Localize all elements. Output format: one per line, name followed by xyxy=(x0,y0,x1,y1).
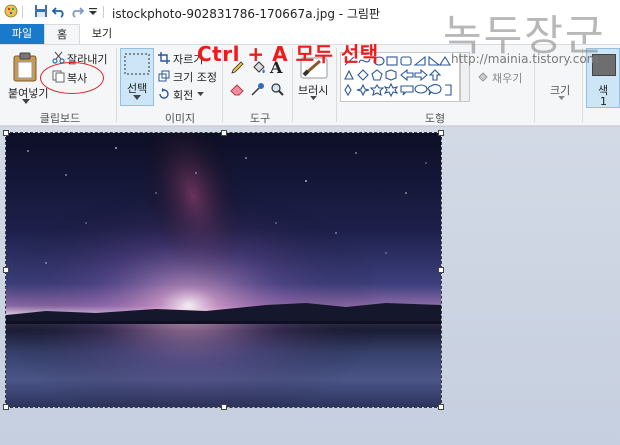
tab-file[interactable]: 파일 xyxy=(0,24,44,44)
undo-icon[interactable] xyxy=(52,4,66,18)
image-group-label: 이미지 xyxy=(164,112,196,125)
resize-icon[interactable] xyxy=(158,70,170,82)
crop-icon[interactable] xyxy=(158,52,170,64)
selection-handle[interactable] xyxy=(3,404,9,410)
clipboard-group-label: 클립보드 xyxy=(39,112,81,125)
paste-dropdown-icon[interactable] xyxy=(22,99,30,105)
select-icon[interactable] xyxy=(124,53,150,75)
selection-handle[interactable] xyxy=(438,267,444,273)
watermark-url: http://mainia.tistory.com xyxy=(451,52,599,66)
resize-button[interactable]: 크기 조정 xyxy=(173,69,217,85)
paint-app-icon xyxy=(4,4,18,18)
rotate-dropdown-icon[interactable] xyxy=(197,92,204,97)
annotation-text: Ctrl + A 모두 선택 xyxy=(197,42,379,66)
window-title: istockphoto-902831786-170667a.jpg - 그림판 xyxy=(112,7,381,21)
fill-icon[interactable] xyxy=(476,70,490,84)
save-icon[interactable] xyxy=(34,4,48,18)
selection-rectangle[interactable] xyxy=(5,132,442,408)
tools-group-label: 도구 xyxy=(249,112,271,125)
shapes-group-label: 도형 xyxy=(424,112,446,125)
selection-handle[interactable] xyxy=(3,130,9,136)
paste-icon[interactable] xyxy=(12,52,38,82)
selection-handle[interactable] xyxy=(221,130,227,136)
titlebar-divider xyxy=(103,6,104,18)
redo-icon[interactable] xyxy=(70,4,84,18)
selection-handle[interactable] xyxy=(221,404,227,410)
size-dropdown-icon[interactable] xyxy=(558,96,565,101)
selection-handle[interactable] xyxy=(438,404,444,410)
selection-handle[interactable] xyxy=(3,267,9,273)
eraser-icon[interactable] xyxy=(230,82,245,96)
color-1-index: 1 xyxy=(600,95,607,108)
tab-view[interactable]: 보기 xyxy=(84,24,120,44)
tab-home[interactable]: 홈 xyxy=(44,24,80,44)
selection-handle[interactable] xyxy=(438,130,444,136)
group-separator xyxy=(116,48,117,122)
titlebar-divider xyxy=(22,6,23,18)
select-dropdown-icon[interactable] xyxy=(133,95,141,101)
rotate-button[interactable]: 회전 xyxy=(173,87,193,103)
rotate-icon[interactable] xyxy=(158,88,170,100)
brushes-dropdown-icon[interactable] xyxy=(310,96,317,101)
quick-access-dropdown-icon[interactable] xyxy=(88,4,98,18)
color-picker-icon[interactable] xyxy=(251,82,265,96)
select-button[interactable]: 선택 xyxy=(127,80,147,96)
magnifier-icon[interactable] xyxy=(270,82,284,96)
highlight-circle xyxy=(40,62,104,94)
fill-button[interactable]: 채우기 xyxy=(492,70,522,86)
